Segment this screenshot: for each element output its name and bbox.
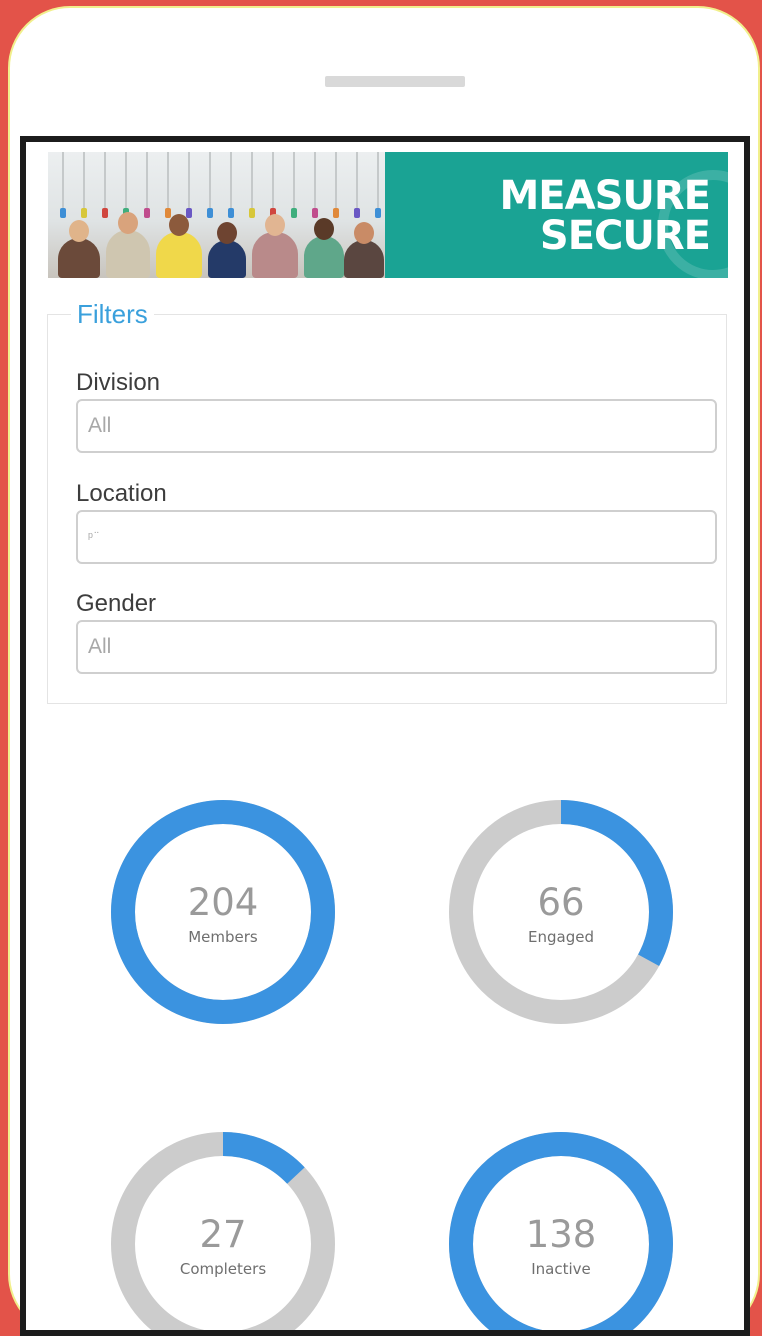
- division-select[interactable]: All: [76, 399, 717, 453]
- cord-tip: [165, 208, 171, 218]
- completers-label: Completers: [179, 1260, 267, 1278]
- header-banner: MEASURE SECURE: [48, 152, 728, 278]
- engaged-label: Engaged: [528, 928, 594, 946]
- person-head: [169, 214, 189, 236]
- hanging-cord: [62, 152, 64, 212]
- hanging-cord: [104, 152, 106, 212]
- cord-tip: [186, 208, 192, 218]
- hanging-cord: [125, 152, 127, 212]
- banner-photo: [48, 152, 385, 278]
- cord-tip: [144, 208, 150, 218]
- person-figure: [304, 236, 344, 278]
- phone-speaker: [325, 76, 465, 87]
- hanging-cord: [230, 152, 232, 212]
- hanging-cord: [314, 152, 316, 212]
- location-select[interactable]: ᵖ ̈: [76, 510, 717, 564]
- inactive-count: 138: [525, 1213, 597, 1256]
- location-label: Location: [76, 480, 167, 507]
- cord-tip: [81, 208, 87, 218]
- person-head: [265, 214, 285, 236]
- hanging-cord: [335, 152, 337, 212]
- hanging-cord: [377, 152, 379, 212]
- person-figure: [252, 232, 298, 278]
- app-screen: MEASURE SECURE Filters Division All Loca…: [20, 136, 750, 1336]
- person-figure: [208, 240, 246, 278]
- person-head: [314, 218, 334, 240]
- cord-tip: [333, 208, 339, 218]
- gender-select[interactable]: All: [76, 620, 717, 674]
- completers-count: 27: [199, 1213, 247, 1256]
- hanging-cord: [293, 152, 295, 212]
- hanging-cord: [83, 152, 85, 212]
- gender-label: Gender: [76, 590, 157, 617]
- person-figure: [58, 238, 100, 278]
- cord-tip: [60, 208, 66, 218]
- hanging-cord: [209, 152, 211, 212]
- filters-panel: Filters Division All Location ᵖ ̈ Gender…: [47, 299, 727, 704]
- filters-title: Filters: [71, 299, 154, 330]
- person-figure: [106, 230, 150, 278]
- cord-tip: [102, 208, 108, 218]
- person-figure: [344, 240, 384, 278]
- members-count: 204: [187, 881, 259, 924]
- person-head: [69, 220, 89, 242]
- members-donut: 204 Members: [107, 796, 339, 1028]
- engaged-donut: 66 Engaged: [445, 796, 677, 1028]
- cord-tip: [375, 208, 381, 218]
- person-head: [118, 212, 138, 234]
- brand-logo: MEASURE SECURE: [385, 152, 728, 278]
- brand-title-line2: SECURE: [539, 213, 711, 259]
- person-head: [354, 222, 374, 244]
- cord-tip: [312, 208, 318, 218]
- inactive-label: Inactive: [531, 1260, 591, 1278]
- cord-tip: [354, 208, 360, 218]
- hanging-cord: [356, 152, 358, 212]
- cord-tip: [228, 208, 234, 218]
- hanging-cord: [251, 152, 253, 212]
- hanging-cord: [167, 152, 169, 212]
- members-label: Members: [188, 928, 258, 946]
- cord-tip: [291, 208, 297, 218]
- engaged-count: 66: [537, 881, 585, 924]
- hanging-cord: [188, 152, 190, 212]
- completers-donut: 27 Completers: [107, 1128, 339, 1330]
- hanging-cord: [272, 152, 274, 212]
- division-label: Division: [76, 369, 161, 396]
- cord-tip: [249, 208, 255, 218]
- person-head: [217, 222, 237, 244]
- hanging-cord: [146, 152, 148, 212]
- inactive-donut: 138 Inactive: [445, 1128, 677, 1330]
- person-figure: [156, 232, 202, 278]
- cord-tip: [207, 208, 213, 218]
- brand-title-line1: MEASURE: [499, 173, 711, 219]
